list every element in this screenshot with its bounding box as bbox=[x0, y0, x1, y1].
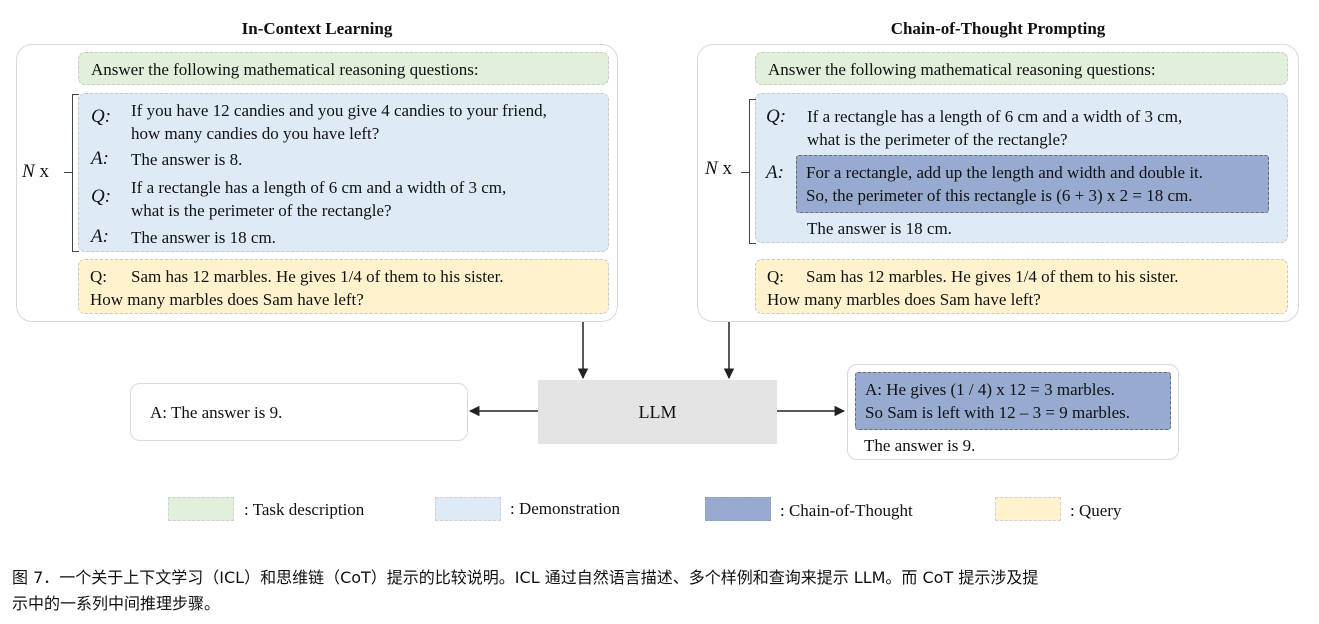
cot-output-line2: So Sam is left with 12 – 3 = 9 marbles. bbox=[865, 403, 1131, 422]
legend-label-demonstration: : Demonstration bbox=[510, 499, 621, 518]
caption-line-1: 图 7．一个关于上下文学习（ICL）和思维链（CoT）提示的比较说明。ICL 通… bbox=[12, 568, 1039, 587]
cot-output-answer: The answer is 9. bbox=[864, 436, 976, 455]
legend-label-cot: : Chain-of-Thought bbox=[780, 501, 913, 520]
legend-swatch-query bbox=[995, 497, 1061, 521]
llm-box: LLM bbox=[538, 380, 777, 444]
cot-output-reasoning: A: He gives (1 / 4) x 12 = 3 marbles. So… bbox=[855, 372, 1171, 430]
figure-caption: 图 7．一个关于上下文学习（ICL）和思维链（CoT）提示的比较说明。ICL 通… bbox=[12, 565, 1312, 617]
legend-label-task: : Task description bbox=[244, 500, 365, 519]
legend-swatch-cot bbox=[705, 497, 771, 521]
cot-output: A: He gives (1 / 4) x 12 = 3 marbles. So… bbox=[847, 364, 1179, 460]
legend-label-query: : Query bbox=[1070, 501, 1122, 520]
caption-line-2: 示中的一系列中间推理步骤。 bbox=[12, 594, 221, 613]
cot-output-line1: A: He gives (1 / 4) x 12 = 3 marbles. bbox=[865, 380, 1115, 399]
icl-output: A: The answer is 9. bbox=[130, 383, 468, 441]
llm-label: LLM bbox=[638, 401, 677, 422]
flow-arrows bbox=[468, 322, 846, 417]
legend-swatch-demonstration bbox=[435, 497, 501, 521]
legend-swatch-task bbox=[168, 497, 234, 521]
